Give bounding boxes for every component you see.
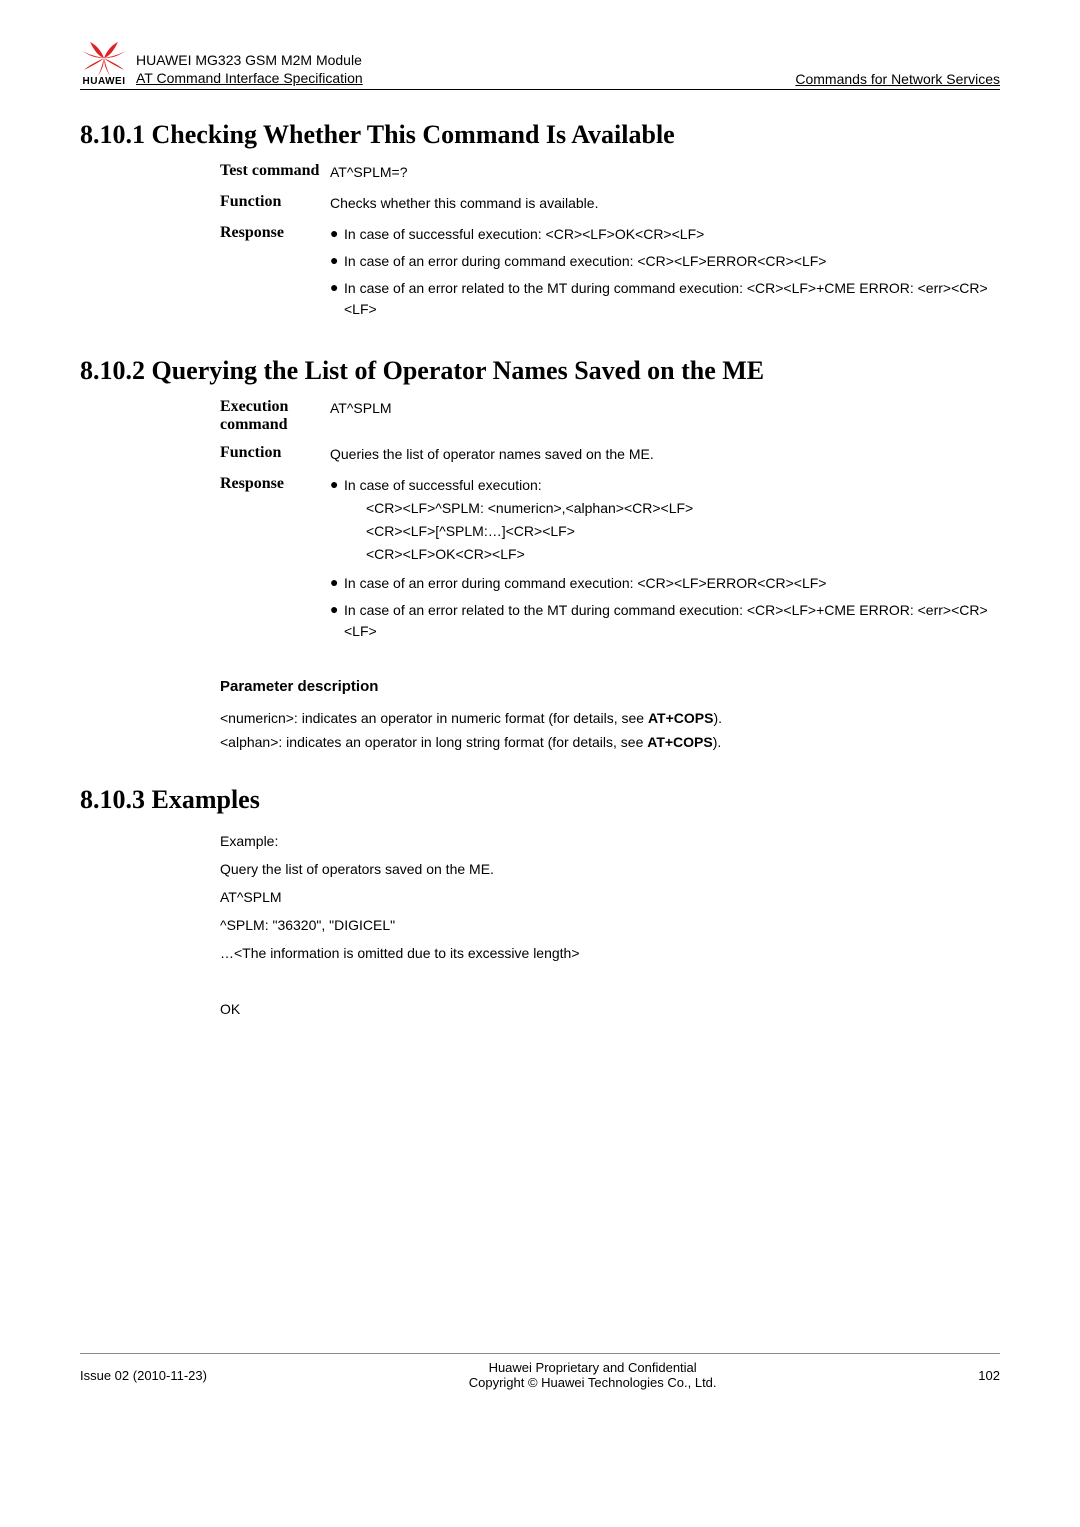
- bullet-item: ● In case of successful execution: <CR><…: [330, 224, 1000, 245]
- def-value: AT^SPLM=?: [330, 162, 1000, 183]
- param-text: <alphan>: indicates an operator in long …: [220, 734, 647, 750]
- bullet-item: ● In case of successful execution: <CR><…: [330, 475, 1000, 567]
- example-line: OK: [220, 995, 1000, 1023]
- param-text: <numericn>: indicates an operator in num…: [220, 710, 648, 726]
- header-left: HUAWEI HUAWEI MG323 GSM M2M Module AT Co…: [80, 40, 363, 87]
- definition-table-2: Execution command AT^SPLM Function Queri…: [220, 398, 1000, 648]
- def-row: Function Checks whether this command is …: [220, 193, 1000, 214]
- parameter-line: <numericn>: indicates an operator in num…: [220, 707, 1000, 731]
- bullet-text: In case of an error during command execu…: [344, 573, 1000, 594]
- footer-issue: Issue 02 (2010-11-23): [80, 1368, 207, 1383]
- bullet-intro: In case of successful execution:: [344, 477, 542, 493]
- header-product: HUAWEI MG323 GSM M2M Module: [136, 51, 363, 69]
- bullet-icon: ●: [330, 278, 344, 298]
- response-line: <CR><LF>OK<CR><LF>: [366, 544, 1000, 565]
- page-footer: Issue 02 (2010-11-23) Huawei Proprietary…: [80, 1353, 1000, 1390]
- response-line: <CR><LF>^SPLM: <numericn>,<alphan><CR><L…: [366, 498, 1000, 519]
- def-value: ● In case of successful execution: <CR><…: [330, 224, 1000, 326]
- bullet-text: In case of an error related to the MT du…: [344, 600, 1000, 642]
- response-line: <CR><LF>[^SPLM:…]<CR><LF>: [366, 521, 1000, 542]
- def-value: Queries the list of operator names saved…: [330, 444, 1000, 465]
- def-label: Function: [220, 193, 330, 211]
- def-label: Response: [220, 224, 330, 242]
- huawei-logo: HUAWEI: [80, 40, 128, 87]
- section-heading-2: 8.10.2 Querying the List of Operator Nam…: [80, 356, 1000, 386]
- header-chapter: Commands for Network Services: [795, 71, 1000, 87]
- section-heading-1: 8.10.1 Checking Whether This Command Is …: [80, 120, 1000, 150]
- definition-table-1: Test command AT^SPLM=? Function Checks w…: [220, 162, 1000, 326]
- bullet-icon: ●: [330, 573, 344, 593]
- bullet-icon: ●: [330, 251, 344, 271]
- def-value: ● In case of successful execution: <CR><…: [330, 475, 1000, 648]
- bullet-icon: ●: [330, 600, 344, 620]
- bullet-text: In case of an error related to the MT du…: [344, 278, 1000, 320]
- example-line: Example:: [220, 827, 1000, 855]
- def-row: Test command AT^SPLM=?: [220, 162, 1000, 183]
- section-heading-3: 8.10.3 Examples: [80, 785, 1000, 815]
- def-value: AT^SPLM: [330, 398, 1000, 419]
- def-row: Execution command AT^SPLM: [220, 398, 1000, 434]
- bullet-text: In case of an error during command execu…: [344, 251, 1000, 272]
- def-label: Test command: [220, 162, 330, 180]
- def-label: Function: [220, 444, 330, 462]
- bullet-icon: ●: [330, 224, 344, 244]
- param-text: ).: [713, 734, 722, 750]
- param-ref: AT+COPS: [648, 710, 713, 726]
- bullet-item: ● In case of an error related to the MT …: [330, 278, 1000, 320]
- def-row-response: Response ● In case of successful executi…: [220, 475, 1000, 648]
- footer-proprietary: Huawei Proprietary and Confidential: [207, 1360, 978, 1375]
- bullet-icon: ●: [330, 475, 344, 495]
- example-line: Query the list of operators saved on the…: [220, 855, 1000, 883]
- example-line: AT^SPLM: [220, 883, 1000, 911]
- param-ref: AT+COPS: [647, 734, 712, 750]
- page-header: HUAWEI HUAWEI MG323 GSM M2M Module AT Co…: [80, 40, 1000, 90]
- example-block: Example: Query the list of operators sav…: [220, 827, 1000, 1023]
- bullet-item: ● In case of an error related to the MT …: [330, 600, 1000, 642]
- header-doc: AT Command Interface Specification: [136, 69, 363, 87]
- huawei-logo-icon: [80, 40, 128, 76]
- def-label: Response: [220, 475, 330, 493]
- footer-copyright: Copyright © Huawei Technologies Co., Ltd…: [207, 1375, 978, 1390]
- bullet-text: In case of successful execution: <CR><LF…: [344, 475, 1000, 567]
- def-row: Function Queries the list of operator na…: [220, 444, 1000, 465]
- huawei-logo-text: HUAWEI: [80, 76, 128, 87]
- footer-center: Huawei Proprietary and Confidential Copy…: [207, 1360, 978, 1390]
- param-text: ).: [713, 710, 722, 726]
- header-titles: HUAWEI MG323 GSM M2M Module AT Command I…: [136, 51, 363, 87]
- example-line: …<The information is omitted due to its …: [220, 939, 1000, 967]
- parameter-heading: Parameter description: [220, 678, 1000, 695]
- bullet-text: In case of successful execution: <CR><LF…: [344, 224, 1000, 245]
- def-value: Checks whether this command is available…: [330, 193, 1000, 214]
- page: HUAWEI HUAWEI MG323 GSM M2M Module AT Co…: [0, 0, 1080, 1420]
- example-line: [220, 967, 1000, 995]
- bullet-item: ● In case of an error during command exe…: [330, 251, 1000, 272]
- def-row-response: Response ● In case of successful executi…: [220, 224, 1000, 326]
- footer-page-number: 102: [978, 1368, 1000, 1383]
- parameter-line: <alphan>: indicates an operator in long …: [220, 731, 1000, 755]
- bullet-item: ● In case of an error during command exe…: [330, 573, 1000, 594]
- example-line: ^SPLM: "36320", "DIGICEL": [220, 911, 1000, 939]
- def-label: Execution command: [220, 398, 330, 434]
